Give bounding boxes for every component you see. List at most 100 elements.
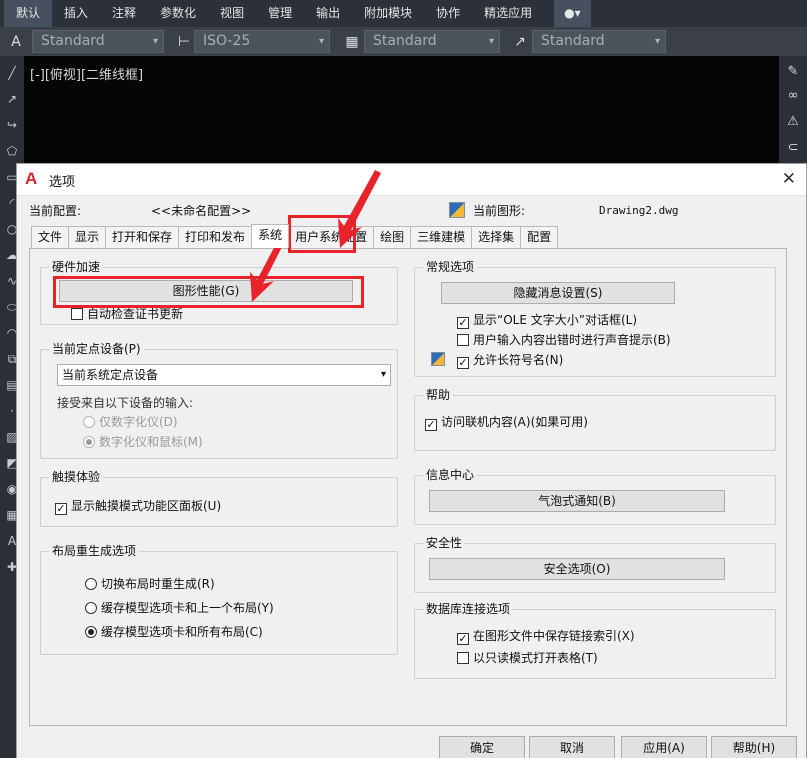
ok-button[interactable]: 确定 [439, 736, 525, 758]
allow-long-names-label: 允许长符号名(N) [473, 353, 564, 367]
pointing-device-group: 当前定点设备(P) 当前系统定点设备 ▾ 接受来自以下设备的输入: 仅数字化仪(D… [40, 342, 398, 459]
pointing-device-select[interactable]: 当前系统定点设备 ▾ [57, 364, 391, 386]
tab-drafting[interactable]: 绘图 [373, 226, 412, 248]
store-links-checkbox[interactable]: ✓ 在图形文件中保存链接索引(X) [457, 628, 635, 645]
construction-line-icon[interactable]: ↗ [2, 90, 22, 108]
tab-system[interactable]: 系统 [251, 224, 290, 248]
open-readonly-checkbox[interactable]: 以只读模式打开表格(T) [457, 650, 598, 666]
text-style-combo[interactable]: Standard ▾ [32, 30, 164, 53]
apply-button[interactable]: 应用(A) [621, 736, 707, 758]
polyline-icon[interactable]: ↪ [2, 116, 22, 134]
hardware-acceleration-title: 硬件加速 [49, 260, 104, 275]
cancel-button[interactable]: 取消 [529, 736, 615, 758]
tab-3d-modeling[interactable]: 三维建模 [410, 226, 473, 248]
store-links-box[interactable]: ✓ [457, 633, 469, 645]
dimension-style-combo[interactable]: ISO-25 ▾ [194, 30, 330, 53]
touch-experience-group: 触摸体验 ✓ 显示触摸模式功能区面板(U) [40, 470, 398, 527]
tab-display[interactable]: 显示 [68, 226, 107, 248]
chevron-down-icon: ▾ [380, 369, 386, 380]
info-center-title: 信息中心 [423, 468, 478, 483]
tab-open-save[interactable]: 打开和保存 [105, 226, 180, 248]
hidden-messages-button[interactable]: 隐藏消息设置(S) [441, 282, 675, 304]
open-readonly-box[interactable] [457, 652, 469, 664]
security-group: 安全性 安全选项(O) [414, 536, 776, 593]
layout-regen-title: 布局重生成选项 [49, 544, 140, 559]
regen-on-switch-radio[interactable]: 切换布局时重生成(R) [85, 576, 215, 592]
help-group: 帮助 ✓ 访问联机内容(A)(如果可用) [414, 388, 776, 451]
ribbon-tab-collaborate[interactable]: 协作 [424, 0, 472, 27]
layout-regen-group: 布局重生成选项 切换布局时重生成(R) 缓存模型选项卡和上一个布局(Y) 缓存模… [40, 544, 398, 655]
current-profile-value: <<未命名配置>> [151, 204, 252, 218]
line-icon[interactable]: ╱ [2, 64, 22, 82]
drawing-viewport[interactable]: [-][俯视][二维线框] [24, 56, 779, 166]
pointing-device-title: 当前定点设备(P) [49, 342, 144, 357]
dialog-titlebar[interactable]: A 选项 ✕ [17, 164, 806, 196]
help-button[interactable]: 帮助(H) [711, 736, 797, 758]
current-profile-label: 当前配置: [29, 204, 82, 218]
cache-model-last-layout-radio[interactable]: 缓存模型选项卡和上一个布局(Y) [85, 600, 274, 616]
copy-icon[interactable]: ∞ [783, 86, 803, 106]
multileader-style-combo[interactable]: Standard ▾ [532, 30, 666, 53]
system-tab-highlight [288, 215, 356, 253]
multileader-style-icon: ↗ [514, 34, 526, 50]
tab-profiles[interactable]: 配置 [520, 226, 559, 248]
ribbon-tab-parametric[interactable]: 参数化 [148, 0, 208, 27]
beep-on-error-box[interactable] [457, 334, 469, 346]
allow-long-names-checkbox[interactable]: ✓ 允许长符号名(N) [457, 352, 563, 369]
long-names-icon [431, 352, 445, 366]
pencil-icon[interactable]: ✎ [783, 62, 803, 82]
show-ole-dialog-checkbox[interactable]: ✓ 显示“OLE 文字大小”对话框(L) [457, 312, 637, 329]
ribbon-tab-featured[interactable]: 精选应用 [472, 0, 544, 27]
access-online-checkbox[interactable]: ✓ 访问联机内容(A)(如果可用) [425, 414, 588, 431]
balloon-notification-button[interactable]: 气泡式通知(B) [429, 490, 725, 512]
polygon-icon[interactable]: ⬠ [2, 142, 22, 160]
ribbon-tab-view[interactable]: 视图 [208, 0, 256, 27]
ribbon-tab-annotate[interactable]: 注释 [100, 0, 148, 27]
auto-check-cert-label: 自动检查证书更新 [87, 307, 184, 321]
tab-plot-publish[interactable]: 打印和发布 [178, 226, 253, 248]
ribbon-tab-output[interactable]: 输出 [304, 0, 352, 27]
accept-input-label: 接受来自以下设备的输入: [57, 396, 194, 410]
ribbon-tab-insert[interactable]: 插入 [52, 0, 100, 27]
ribbon-tab-bar: 默认 插入 注释 参数化 视图 管理 输出 附加模块 协作 精选应用 ●▾ [0, 0, 807, 27]
text-style-icon: A [11, 34, 21, 50]
tab-files[interactable]: 文件 [31, 226, 70, 248]
auto-check-cert-checkbox[interactable]: 自动检查证书更新 [71, 306, 183, 322]
table-style-icon: ▦ [345, 34, 359, 50]
show-touch-panel-box[interactable]: ✓ [55, 503, 67, 515]
offset-icon[interactable]: ⊂ [783, 138, 803, 158]
cache-model-all-layouts-radio[interactable]: 缓存模型选项卡和所有布局(C) [85, 624, 263, 640]
allow-long-names-box[interactable]: ✓ [457, 357, 469, 369]
auto-check-cert-box[interactable] [71, 308, 83, 320]
tab-selection[interactable]: 选择集 [471, 226, 522, 248]
ribbon-tab-manage[interactable]: 管理 [256, 0, 304, 27]
table-style-combo[interactable]: Standard ▾ [364, 30, 500, 53]
ribbon-tab-addins[interactable]: 附加模块 [352, 0, 424, 27]
show-touch-panel-checkbox[interactable]: ✓ 显示触摸模式功能区面板(U) [55, 498, 221, 515]
autocad-logo-icon: A [25, 169, 38, 188]
security-options-button[interactable]: 安全选项(O) [429, 558, 725, 580]
show-ole-dialog-box[interactable]: ✓ [457, 317, 469, 329]
general-options-group: 常规选项 隐藏消息设置(S) ✓ 显示“OLE 文字大小”对话框(L) 用户输入内… [414, 260, 776, 377]
mirror-icon[interactable]: ⚠ [783, 112, 803, 132]
beep-on-error-checkbox[interactable]: 用户输入内容出错时进行声音提示(B) [457, 332, 671, 348]
help-title: 帮助 [423, 388, 454, 403]
ribbon-tab-home[interactable]: 默认 [4, 0, 53, 27]
close-icon[interactable]: ✕ [782, 169, 796, 189]
toggle-icon[interactable]: ●▾ [554, 0, 591, 27]
touch-experience-title: 触摸体验 [49, 470, 104, 485]
security-title: 安全性 [423, 536, 466, 551]
properties-toolbar: A Standard ▾ ⊢ ISO-25 ▾ ▦ Standard ▾ ↗ Stan… [0, 27, 807, 56]
modify-toolbar: ✎ ∞ ⚠ ⊂ [779, 56, 807, 166]
access-online-label: 访问联机内容(A)(如果可用) [441, 415, 588, 429]
db-connect-title: 数据库连接选项 [423, 602, 514, 617]
system-tab-panel: 硬件加速 图形性能(G) 自动检查证书更新 当前定点设备(P) 当前系统定点设备… [29, 248, 787, 726]
graphics-button-highlight [53, 276, 364, 308]
viewport-label[interactable]: [-][俯视][二维线框] [30, 64, 143, 83]
dimension-style-icon: ⊢ [177, 34, 191, 50]
digitizer-only-radio[interactable]: 仅数字化仪(D) [83, 414, 178, 430]
digitizer-and-mouse-radio[interactable]: 数字化仪和鼠标(M) [83, 434, 203, 450]
options-dialog: A 选项 ✕ 当前配置: <<未命名配置>> 当前图形: Drawing2.dw… [16, 163, 807, 758]
general-options-title: 常规选项 [423, 260, 478, 275]
access-online-box[interactable]: ✓ [425, 419, 437, 431]
